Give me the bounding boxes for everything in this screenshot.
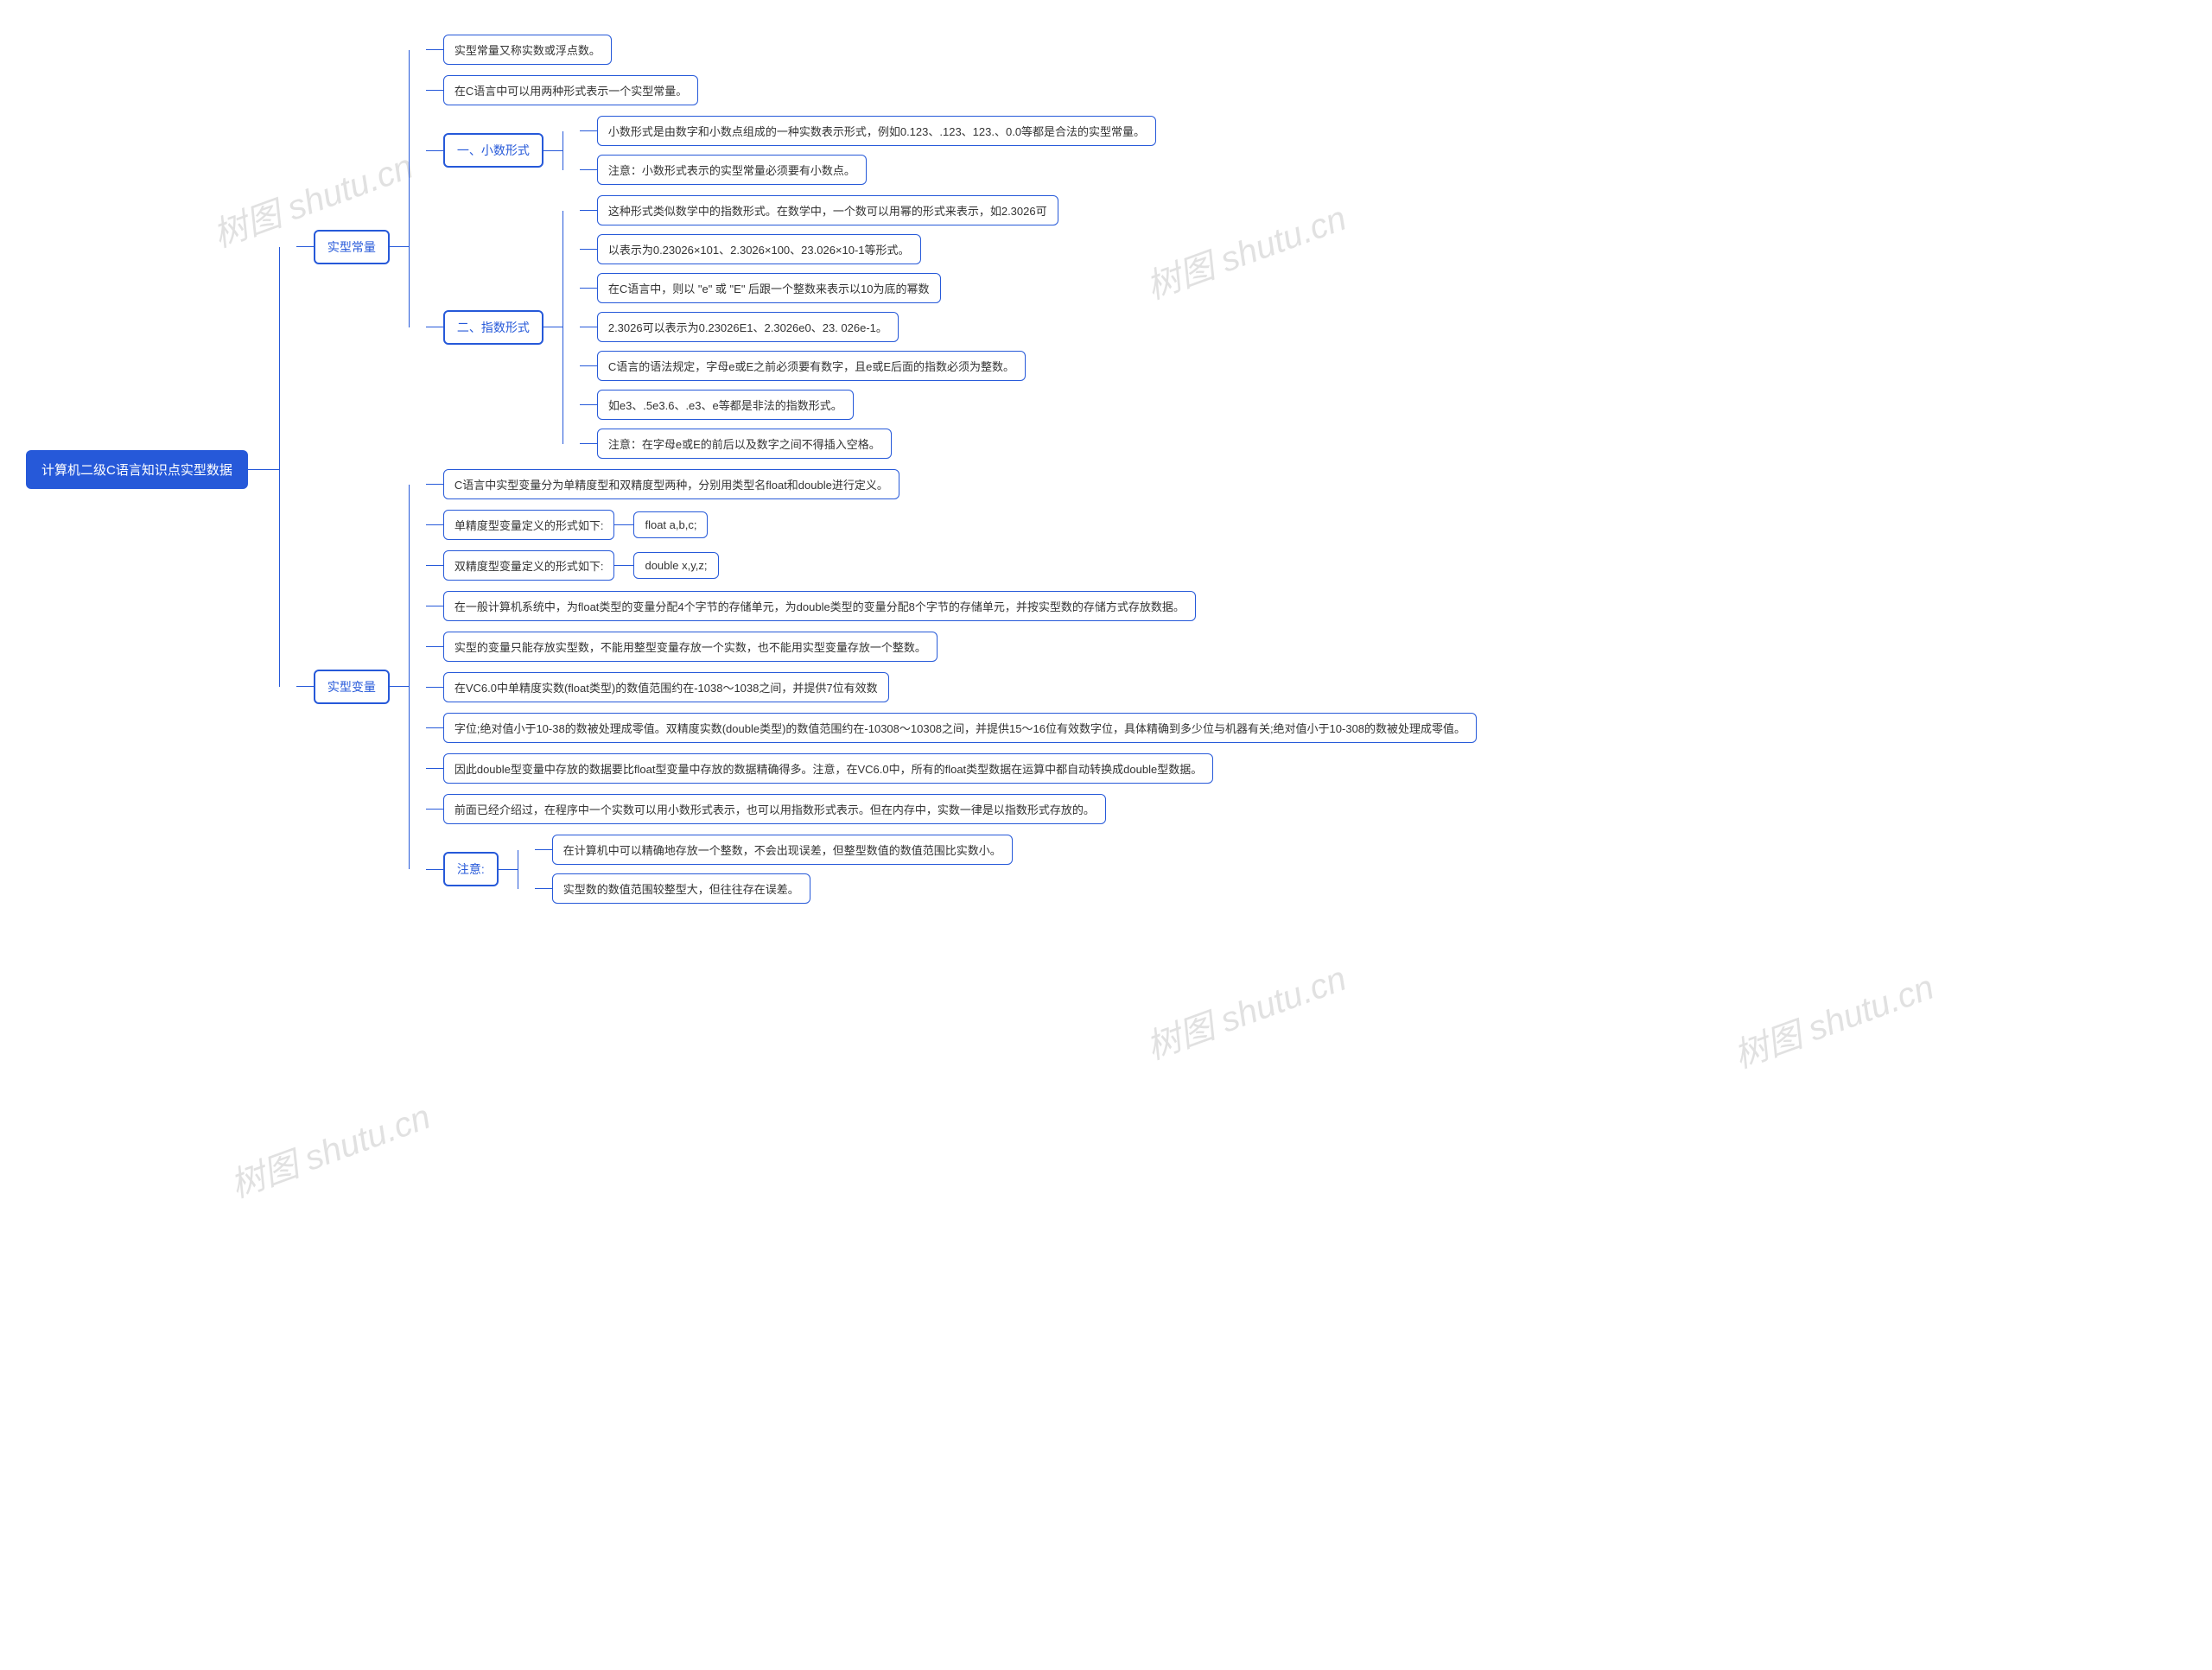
leaf-double-value[interactable]: double x,y,z; xyxy=(633,552,718,579)
connector xyxy=(543,150,563,151)
bracket-const xyxy=(409,35,426,459)
root-node[interactable]: 计算机二级C语言知识点实型数据 xyxy=(26,450,248,489)
connector xyxy=(580,404,597,405)
connector xyxy=(535,849,552,850)
connector xyxy=(580,365,597,366)
watermark: 树图 shutu.cn xyxy=(1726,959,1940,1077)
leaf-single-label[interactable]: 单精度型变量定义的形式如下: xyxy=(443,510,615,540)
connector xyxy=(426,869,443,870)
connector xyxy=(580,249,597,250)
connector xyxy=(426,565,443,566)
connector xyxy=(499,869,518,870)
leaf[interactable]: 因此double型变量中存放的数据要比float型变量中存放的数据精确得多。注意… xyxy=(443,753,1213,784)
branch-var[interactable]: 实型变量 xyxy=(314,670,390,704)
bracket-exp xyxy=(563,195,580,459)
bracket-decimal xyxy=(563,116,580,185)
connector xyxy=(614,565,633,566)
connector xyxy=(426,809,443,810)
connector xyxy=(426,90,443,91)
mindmap: 计算机二级C语言知识点实型数据 实型常量 实型常量又称实数或浮点数。 在C语言中… xyxy=(26,35,2186,904)
leaf[interactable]: 实型数的数值范围较整型大，但往往存在误差。 xyxy=(552,873,810,904)
leaf[interactable]: C语言的语法规定，字母e或E之前必须要有数字，且e或E后面的指数必须为整数。 xyxy=(597,351,1026,381)
connector xyxy=(614,524,633,525)
leaf[interactable]: 注意：在字母e或E的前后以及数字之间不得插入空格。 xyxy=(597,429,892,459)
connector xyxy=(580,443,597,444)
connector xyxy=(580,169,597,170)
connector xyxy=(426,768,443,769)
leaf[interactable]: 在C语言中可以用两种形式表示一个实型常量。 xyxy=(443,75,698,105)
leaf-single-value[interactable]: float a,b,c; xyxy=(633,511,708,538)
leaf[interactable]: 在一般计算机系统中，为float类型的变量分配4个字节的存储单元，为double… xyxy=(443,591,1196,621)
connector xyxy=(580,210,597,211)
bracket-var xyxy=(409,469,426,904)
const-children: 实型常量又称实数或浮点数。 在C语言中可以用两种形式表示一个实型常量。 一、小数… xyxy=(426,35,1156,459)
connector xyxy=(426,727,443,728)
leaf[interactable]: 2.3026可以表示为0.23026E1、2.3026e0、23. 026e-1… xyxy=(597,312,899,342)
bracket-l1 xyxy=(279,35,296,904)
connector xyxy=(426,646,443,647)
leaf[interactable]: 在计算机中可以精确地存放一个整数，不会出现误差，但整型数值的数值范围比实数小。 xyxy=(552,835,1013,865)
connector xyxy=(580,288,597,289)
leaf[interactable]: 实型的变量只能存放实型数，不能用整型变量存放一个实数，也不能用实型变量存放一个整… xyxy=(443,632,938,662)
leaf[interactable]: C语言中实型变量分为单精度型和双精度型两种，分别用类型名float和double… xyxy=(443,469,899,499)
leaf[interactable]: 小数形式是由数字和小数点组成的一种实数表示形式，例如0.123、.123、123… xyxy=(597,116,1156,146)
connector xyxy=(296,246,314,247)
connector xyxy=(390,246,409,247)
watermark: 树图 shutu.cn xyxy=(1138,950,1352,1069)
leaf[interactable]: 如e3、.5e3.6、.e3、e等都是非法的指数形式。 xyxy=(597,390,854,420)
level1-children: 实型常量 实型常量又称实数或浮点数。 在C语言中可以用两种形式表示一个实型常量。… xyxy=(296,35,1477,904)
connector xyxy=(426,524,443,525)
bracket-note xyxy=(518,835,535,904)
connector xyxy=(535,888,552,889)
connector xyxy=(580,130,597,131)
leaf[interactable]: 以表示为0.23026×101、2.3026×100、23.026×10-1等形… xyxy=(597,234,921,264)
branch-note[interactable]: 注意: xyxy=(443,852,499,886)
watermark: 树图 shutu.cn xyxy=(222,1089,436,1207)
leaf-double-label[interactable]: 双精度型变量定义的形式如下: xyxy=(443,550,615,581)
branch-const[interactable]: 实型常量 xyxy=(314,230,390,264)
leaf[interactable]: 这种形式类似数学中的指数形式。在数学中，一个数可以用幂的形式来表示，如2.302… xyxy=(597,195,1058,225)
connector xyxy=(426,687,443,688)
leaf[interactable]: 字位;绝对值小于10-38的数被处理成零值。双精度实数(double类型)的数值… xyxy=(443,713,1477,743)
connector xyxy=(248,469,279,470)
leaf[interactable]: 在C语言中，则以 "e" 或 "E" 后跟一个整数来表示以10为底的幂数 xyxy=(597,273,941,303)
connector xyxy=(426,484,443,485)
leaf[interactable]: 注意：小数形式表示的实型常量必须要有小数点。 xyxy=(597,155,867,185)
var-children: C语言中实型变量分为单精度型和双精度型两种，分别用类型名float和double… xyxy=(426,469,1477,904)
branch-decimal[interactable]: 一、小数形式 xyxy=(443,133,543,168)
leaf[interactable]: 前面已经介绍过，在程序中一个实数可以用小数形式表示，也可以用指数形式表示。但在内… xyxy=(443,794,1106,824)
connector xyxy=(426,49,443,50)
leaf[interactable]: 在VC6.0中单精度实数(float类型)的数值范围约在-1038～1038之间… xyxy=(443,672,889,702)
connector xyxy=(426,150,443,151)
connector xyxy=(390,686,409,687)
connector xyxy=(296,686,314,687)
leaf[interactable]: 实型常量又称实数或浮点数。 xyxy=(443,35,612,65)
branch-exp[interactable]: 二、指数形式 xyxy=(443,310,543,345)
